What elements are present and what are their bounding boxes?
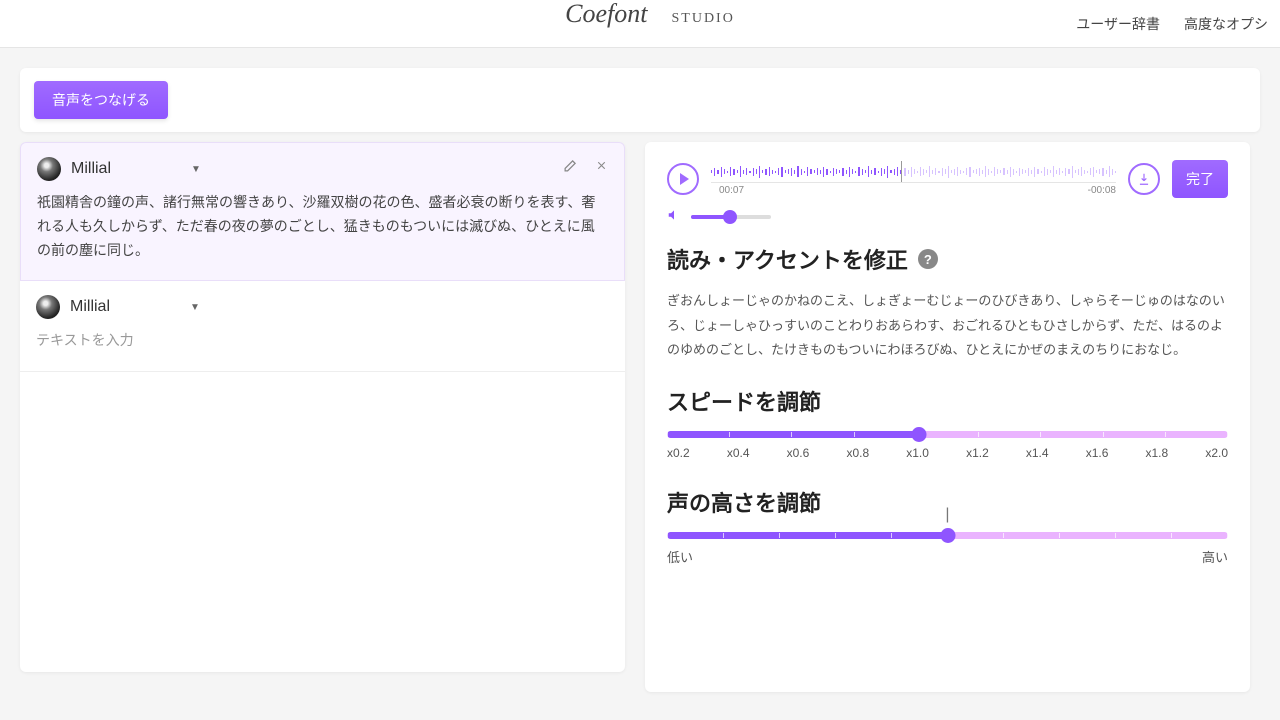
script-panel: Millial ▼ 祇園精舎の鐘の声、諸行無常の響きあり、沙羅双樹の花の色、盛者… — [20, 142, 625, 672]
volume-row — [667, 208, 1228, 225]
main-area: Millial ▼ 祇園精舎の鐘の声、諸行無常の響きあり、沙羅双樹の花の色、盛者… — [0, 142, 1280, 712]
voice-text-placeholder[interactable]: テキストを入力 — [36, 329, 609, 353]
topbar: 音声をつなげる — [20, 68, 1260, 132]
help-icon[interactable]: ? — [918, 249, 938, 269]
waveform[interactable]: 00:07 -00:08 — [711, 161, 1116, 197]
logo-main: Coefont — [545, 0, 667, 49]
volume-thumb[interactable] — [723, 210, 737, 224]
connect-audio-button[interactable]: 音声をつなげる — [34, 81, 168, 119]
voice-text[interactable]: 祇園精舎の鐘の声、諸行無常の響きあり、沙羅双樹の花の色、盛者必衰の断りを表す、奢… — [37, 191, 608, 262]
voice-dropdown-caret[interactable]: ▼ — [190, 302, 200, 313]
speed-slider[interactable] — [667, 431, 1228, 438]
elapsed-time: 00:07 — [719, 185, 744, 196]
play-icon — [680, 173, 689, 185]
voice-name: Millial — [70, 298, 110, 316]
download-button[interactable] — [1128, 163, 1160, 195]
voice-block[interactable]: Millial ▼ テキストを入力 — [20, 281, 625, 372]
pitch-high-label: 高い — [1202, 547, 1228, 566]
pitch-thumb[interactable] — [940, 528, 955, 543]
playhead[interactable] — [901, 161, 902, 183]
voice-avatar — [37, 157, 61, 181]
speed-tick-labels: x0.2x0.4x0.6x0.8x1.0x1.2x1.4x1.6x1.8x2.0 — [667, 446, 1228, 460]
speed-title: スピードを調節 — [667, 385, 1228, 417]
pitch-slider[interactable] — [667, 532, 1228, 539]
editor-panel: 00:07 -00:08 完了 読み・アクセントを修正 ? ぎおんしょーじゃのか… — [645, 142, 1250, 692]
reading-text[interactable]: ぎおんしょーじゃのかねのこえ、しょぎょーむじょーのひびきあり、しゃらそーじゅのは… — [667, 289, 1228, 363]
logo-sub: STUDIO — [672, 11, 735, 27]
speed-section: スピードを調節 x0.2x0.4x0.6x0.8x1.0x1.2x1.4x1.6… — [667, 385, 1228, 460]
voice-name: Millial — [71, 160, 111, 178]
done-button[interactable]: 完了 — [1172, 160, 1228, 198]
logo: Coefont STUDIO — [545, 0, 735, 49]
header-nav: ユーザー辞書 高度なオプシ — [1076, 0, 1280, 48]
volume-slider[interactable] — [691, 215, 771, 219]
play-button[interactable] — [667, 163, 699, 195]
speed-thumb[interactable] — [912, 427, 927, 442]
pitch-mid-mark: | — [945, 506, 949, 524]
pitch-low-label: 低い — [667, 547, 693, 566]
volume-icon — [667, 208, 681, 225]
voice-block-head: Millial ▼ — [36, 295, 609, 319]
voice-dropdown-caret[interactable]: ▼ — [191, 164, 201, 175]
pitch-section: 声の高さを調節 低い 高い | — [667, 486, 1228, 566]
voice-block-head: Millial ▼ — [37, 157, 608, 181]
edit-icon[interactable] — [562, 159, 577, 179]
accent-section-title: 読み・アクセントを修正 ? — [667, 243, 1228, 275]
voice-avatar — [36, 295, 60, 319]
nav-advanced-options[interactable]: 高度なオプシ — [1184, 14, 1268, 34]
player-row: 00:07 -00:08 完了 — [667, 160, 1228, 198]
remaining-time: -00:08 — [1088, 185, 1116, 196]
close-icon[interactable] — [595, 159, 608, 179]
nav-user-dict[interactable]: ユーザー辞書 — [1076, 14, 1160, 34]
voice-block-selected[interactable]: Millial ▼ 祇園精舎の鐘の声、諸行無常の響きあり、沙羅双樹の花の色、盛者… — [20, 142, 625, 281]
app-header: Coefont STUDIO ユーザー辞書 高度なオプシ — [0, 0, 1280, 48]
